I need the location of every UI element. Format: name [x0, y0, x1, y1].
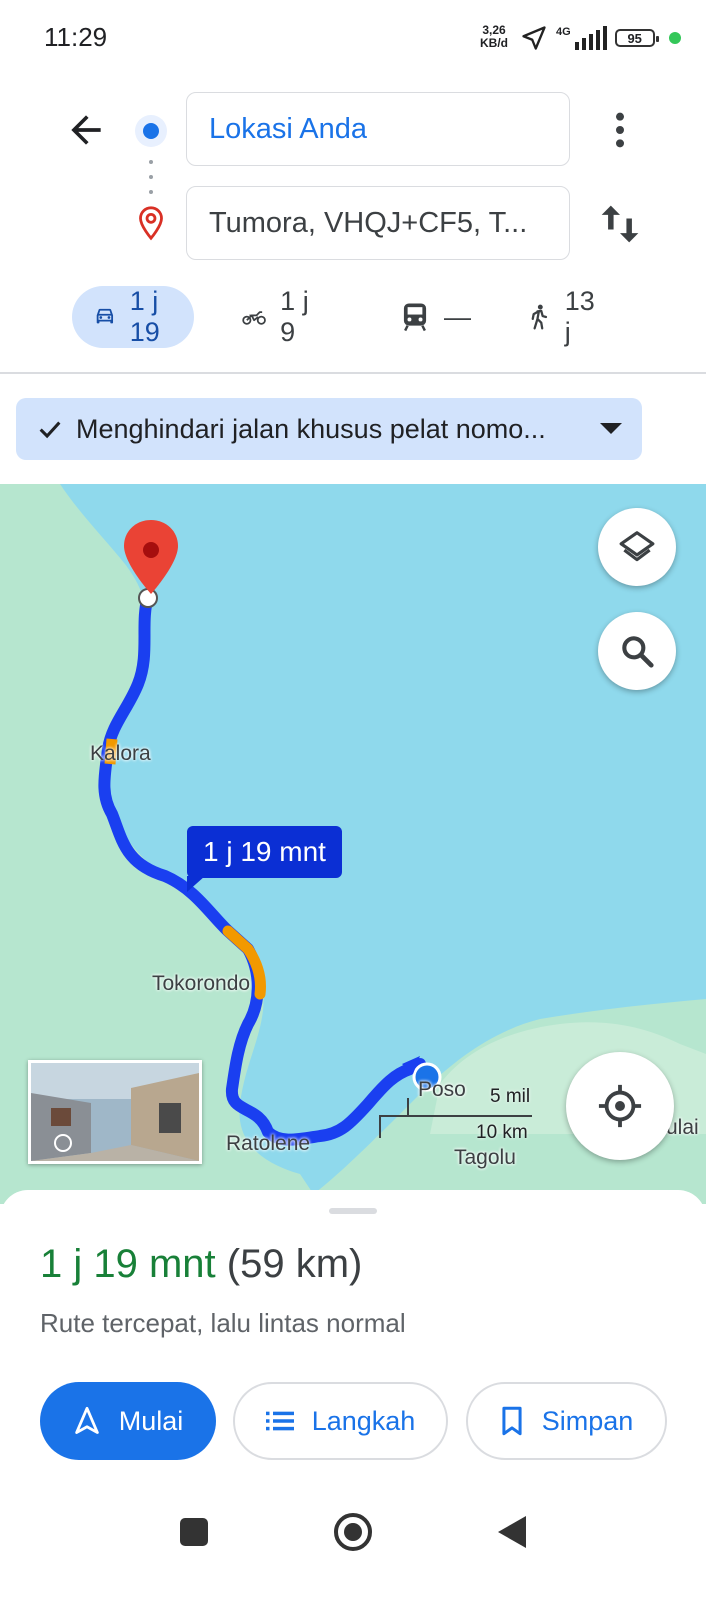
street-view-thumbnail[interactable]	[28, 1060, 202, 1164]
mode-car[interactable]: 1 j 19	[72, 286, 195, 348]
chevron-down-icon	[600, 423, 622, 434]
back-button[interactable]	[482, 1502, 542, 1562]
save-button-label: Simpan	[541, 1405, 634, 1436]
navigation-arrow-icon	[74, 1406, 99, 1434]
square-icon	[180, 1518, 208, 1546]
system-navigation-bar	[0, 1490, 720, 1600]
mode-walk-label: 13 j	[564, 286, 595, 347]
battery-level: 95	[627, 30, 642, 46]
search-icon	[622, 636, 654, 668]
motorcycle-icon	[242, 311, 266, 325]
list-icon	[265, 1411, 294, 1431]
route-connector	[149, 160, 153, 194]
route-duration-value: 1 j 19 mnt	[40, 1242, 216, 1286]
start-button-label: Mulai	[118, 1405, 184, 1436]
street-view-image	[31, 1063, 199, 1161]
network-type: 4G	[556, 26, 571, 38]
scale-km: 10 km	[476, 1122, 528, 1143]
mode-car-label: 1 j 19	[129, 286, 160, 347]
my-location-button[interactable]	[566, 1052, 674, 1160]
origin-dot-icon	[135, 115, 167, 147]
location-arrow-icon	[522, 26, 546, 50]
header-divider	[0, 372, 706, 374]
status-bar: 11:29 3,26 KB/d 4G 95	[0, 0, 720, 76]
more-options-icon[interactable]	[604, 108, 636, 152]
save-button[interactable]: Simpan	[466, 1382, 667, 1460]
walk-icon	[531, 304, 548, 330]
mode-walk[interactable]: 13 j	[528, 286, 600, 348]
mode-transit-label: —	[444, 301, 471, 332]
route-duration: 1 j 19 mnt (59 km)	[40, 1242, 362, 1287]
transit-icon	[403, 303, 427, 332]
map-label-kalora: Kalora	[90, 742, 151, 765]
mode-motorcycle[interactable]: 1 j 9	[242, 286, 311, 348]
network-speed-unit: KB/d	[480, 36, 508, 50]
route-options-label: Menghindari jalan khusus pelat nomo...	[76, 413, 546, 444]
destination-point	[138, 588, 158, 608]
map-label-tagolu: Tagolu	[454, 1146, 516, 1169]
mode-transit[interactable]: —	[400, 286, 471, 348]
map-scale: 5 mil 10 km	[378, 1082, 538, 1147]
route-duration-badge[interactable]: 1 j 19 mnt	[187, 826, 342, 892]
home-circle-icon	[334, 1513, 372, 1551]
status-icons: 4G 95	[520, 22, 681, 54]
back-arrow-icon[interactable]	[64, 108, 108, 152]
network-speed: 3,26 KB/d	[480, 24, 508, 50]
start-navigation-button[interactable]: Mulai	[40, 1382, 216, 1460]
map-search-button[interactable]	[598, 612, 676, 690]
swap-icon[interactable]	[598, 200, 642, 248]
steps-button-label: Langkah	[311, 1405, 416, 1436]
route-distance: (59 km)	[226, 1242, 363, 1286]
check-icon	[39, 421, 61, 439]
route-description: Rute tercepat, lalu lintas normal	[40, 1308, 406, 1338]
steps-button[interactable]: Langkah	[233, 1382, 448, 1460]
mode-motorcycle-label: 1 j 9	[280, 286, 309, 347]
origin-field[interactable]: Lokasi Anda	[186, 92, 570, 166]
map-view[interactable]: Kalora Tokorondo Ratolene Poso Tagolu ul…	[0, 484, 706, 1204]
bookmark-icon	[502, 1406, 522, 1436]
back-triangle-icon	[498, 1516, 526, 1548]
home-button[interactable]	[323, 1502, 383, 1562]
layers-icon	[619, 531, 655, 562]
map-label-tokorondo: Tokorondo	[152, 972, 251, 995]
destination-pin-icon	[139, 206, 163, 241]
scale-miles: 5 mil	[490, 1086, 531, 1107]
layers-button[interactable]	[598, 508, 676, 586]
map-label-ratolene: Ratolene	[226, 1132, 311, 1155]
crosshair-icon	[598, 1084, 642, 1128]
status-time: 11:29	[44, 22, 108, 52]
destination-field[interactable]: Tumora, VHQJ+CF5, T...	[186, 186, 570, 260]
battery-icon: 95	[614, 29, 659, 47]
car-icon	[96, 308, 114, 324]
sheet-drag-handle[interactable]	[329, 1208, 377, 1214]
signal-icon	[574, 26, 607, 50]
privacy-indicator-dot	[668, 32, 681, 44]
recents-button[interactable]	[164, 1502, 224, 1562]
route-options-chip[interactable]: Menghindari jalan khusus pelat nomo...	[16, 398, 642, 460]
